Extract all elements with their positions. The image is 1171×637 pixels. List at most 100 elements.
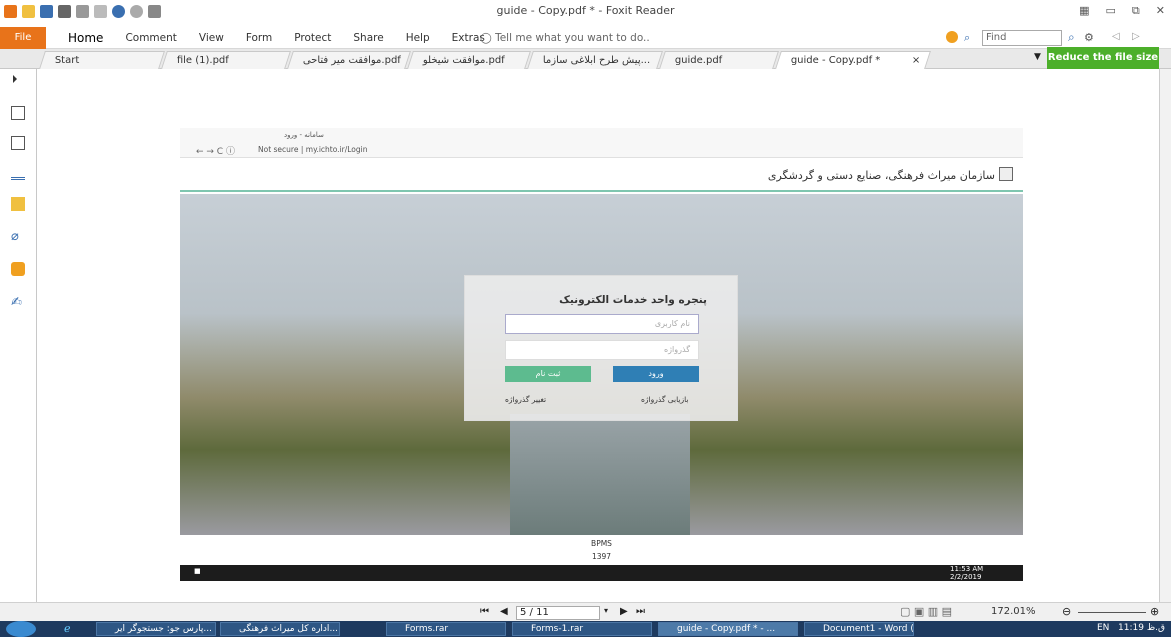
find-search-icon[interactable]: ⌕: [1068, 30, 1075, 45]
next-result-icon[interactable]: ▷: [1132, 31, 1140, 42]
minimize-icon[interactable]: ▭: [1106, 4, 1116, 18]
search-options-icon[interactable]: ⌕: [964, 31, 970, 45]
navigation-panel: ⌀ ✍: [0, 69, 37, 602]
prev-page-icon[interactable]: ◀: [500, 606, 508, 617]
menu-help[interactable]: Help: [395, 27, 441, 49]
embedded-tab-title: سامانه - ورود: [284, 131, 324, 139]
tab-label: موافقت شیخلو.pdf: [422, 55, 505, 66]
pool-graphic: [510, 414, 690, 535]
url-secure: Not secure: [258, 145, 299, 154]
org-name: سازمان میراث فرهنگی، صنایع دستی و گردشگر…: [767, 169, 995, 182]
taskbar-item[interactable]: Document1 - Word (...: [804, 622, 914, 636]
page-dropdown-icon[interactable]: ▾: [604, 606, 608, 615]
window-controls: ▦ ▭ ⧉ ✕: [1079, 4, 1165, 18]
vertical-scrollbar[interactable]: [1159, 69, 1171, 602]
bookmarks-icon[interactable]: [11, 136, 25, 150]
title-bar: guide - Copy.pdf * - Foxit Reader ▦ ▭ ⧉ …: [0, 0, 1171, 27]
menu-view[interactable]: View: [188, 27, 235, 49]
ribbon-options-icon[interactable]: ▦: [1079, 4, 1089, 18]
attachments-icon[interactable]: ⌀: [11, 229, 25, 244]
security-lock-icon[interactable]: [11, 262, 25, 276]
tab-guide-copy[interactable]: guide - Copy.pdf * ×: [775, 51, 931, 69]
zoom-slider[interactable]: [1078, 612, 1146, 613]
taskbar-item[interactable]: اداره کل میراث فرهنگی...: [220, 622, 340, 636]
register-button: ثبت نام: [505, 366, 591, 382]
settings-icon[interactable]: ⚙: [1084, 31, 1094, 44]
username-field: نام کاربری: [505, 314, 699, 334]
tab-start[interactable]: Start: [39, 51, 165, 69]
embedded-taskbar: ■ 11:53 AM 2/2/2019: [180, 565, 1023, 581]
lightbulb-icon: ◯: [480, 32, 496, 44]
login-title: پنجره واحد خدمات الکترونیک: [559, 294, 707, 306]
embedded-site-header: سازمان میراث فرهنگی، صنایع دستی و گردشگر…: [180, 158, 1023, 192]
tab-label: پیش طرح ابلاغی سازما...: [542, 55, 651, 66]
first-page-icon[interactable]: ⏮: [480, 606, 489, 617]
password-field: گذرواژه: [505, 340, 699, 360]
tab-list-dropdown-icon[interactable]: ▼: [1034, 52, 1041, 62]
foxit-reader-window: guide - Copy.pdf * - Foxit Reader ▦ ▭ ⧉ …: [0, 0, 1171, 637]
taskbar-item[interactable]: Forms.rar: [386, 622, 506, 636]
last-page-icon[interactable]: ⏭: [636, 606, 645, 617]
file-menu-button[interactable]: File: [0, 27, 46, 49]
close-icon[interactable]: ✕: [1156, 4, 1165, 18]
footer-year: 1397: [591, 552, 612, 561]
tab-label: guide.pdf: [674, 55, 723, 66]
reduce-file-size-button[interactable]: Reduce the file size: [1047, 47, 1159, 69]
tab-pish-tarh[interactable]: پیش طرح ابلاغی سازما...: [527, 51, 663, 69]
layers-icon[interactable]: [11, 166, 25, 180]
taskbar-item[interactable]: Forms-1.rar: [512, 622, 652, 636]
embedded-start-icon: ■: [194, 567, 201, 575]
ichto-logo: [999, 167, 1013, 181]
taskbar-item[interactable]: پارس جو: جستجوگر ایر...: [96, 622, 216, 636]
page-thumbnails-icon[interactable]: [11, 106, 25, 120]
restore-icon[interactable]: ⧉: [1132, 4, 1140, 18]
embedded-url: Not secure | my.ichto.ir/Login: [258, 145, 368, 154]
sun-icon[interactable]: [946, 31, 958, 43]
system-tray: EN 11:19 ق.ظ: [1097, 623, 1165, 633]
view-mode-icons[interactable]: ▢ ▣ ▥ ▤: [900, 605, 952, 618]
tray-ampm: ق.ظ: [1146, 623, 1165, 633]
next-page-icon[interactable]: ▶: [620, 606, 628, 617]
zoom-level[interactable]: 172.01%: [991, 606, 1036, 617]
tab-file-1[interactable]: file (1).pdf: [161, 51, 291, 69]
tray-lang[interactable]: EN: [1097, 623, 1109, 633]
expand-panel-icon[interactable]: [13, 73, 17, 86]
window-title: guide - Copy.pdf * - Foxit Reader: [496, 4, 675, 17]
start-button-icon[interactable]: [6, 621, 36, 637]
menu-home[interactable]: Home: [57, 27, 114, 49]
tab-label: guide - Copy.pdf *: [790, 55, 881, 66]
menu-comment[interactable]: Comment: [114, 27, 187, 49]
embedded-clock-time: 11:53 AM: [950, 565, 984, 573]
status-bar: ⏮ ◀ 5 / 11 ▾ ▶ ⏭ ▢ ▣ ▥ ▤ 172.01% ⊖ ⊕: [0, 602, 1171, 621]
taskbar-item-active[interactable]: guide - Copy.pdf * - ...: [658, 622, 798, 636]
signature-icon[interactable]: ✍: [11, 295, 25, 310]
tab-guide[interactable]: guide.pdf: [659, 51, 779, 69]
zoom-out-icon[interactable]: ⊖: [1062, 605, 1071, 618]
tell-me-box[interactable]: ◯ Tell me what you want to do..: [480, 27, 650, 49]
ribbon-menu: Home Comment View Form Protect Share Hel…: [57, 27, 496, 49]
menu-form[interactable]: Form: [235, 27, 283, 49]
recover-password-link: بازیابی گذرواژه: [641, 395, 689, 404]
embedded-clock-date: 2/2/2019: [950, 573, 982, 581]
golestan-palace-photo: پنجره واحد خدمات الکترونیک نام کاربری گذ…: [180, 194, 1023, 535]
menu-share[interactable]: Share: [342, 27, 394, 49]
page-number-input[interactable]: 5 / 11: [516, 606, 600, 620]
menu-protect[interactable]: Protect: [283, 27, 342, 49]
tell-me-text: Tell me what you want to do..: [495, 32, 650, 44]
embedded-nav-icons: ← → C ⓘ: [196, 147, 235, 157]
tab-label: Start: [54, 55, 80, 66]
tab-sheikhlou[interactable]: موافقت شیخلو.pdf: [407, 51, 531, 69]
tab-label: موافقت میر فتاحی.pdf: [302, 55, 401, 66]
footer-bpms: BPMS: [591, 539, 612, 548]
ribbon-tabs: File Home Comment View Form Protect Shar…: [0, 27, 1171, 49]
zoom-in-icon[interactable]: ⊕: [1150, 605, 1159, 618]
prev-result-icon[interactable]: ◁: [1112, 31, 1120, 42]
tab-close-icon[interactable]: ×: [912, 52, 920, 69]
tab-mir-fattahi[interactable]: موافقت میر فتاحی.pdf: [287, 51, 411, 69]
change-password-link: تغییر گذرواژه: [505, 395, 547, 404]
comments-icon[interactable]: [11, 197, 25, 211]
find-input[interactable]: Find: [982, 30, 1062, 46]
tab-label: file (1).pdf: [176, 55, 229, 66]
tray-time[interactable]: 11:19: [1118, 623, 1144, 633]
ie-icon[interactable]: ℯ: [64, 622, 71, 635]
